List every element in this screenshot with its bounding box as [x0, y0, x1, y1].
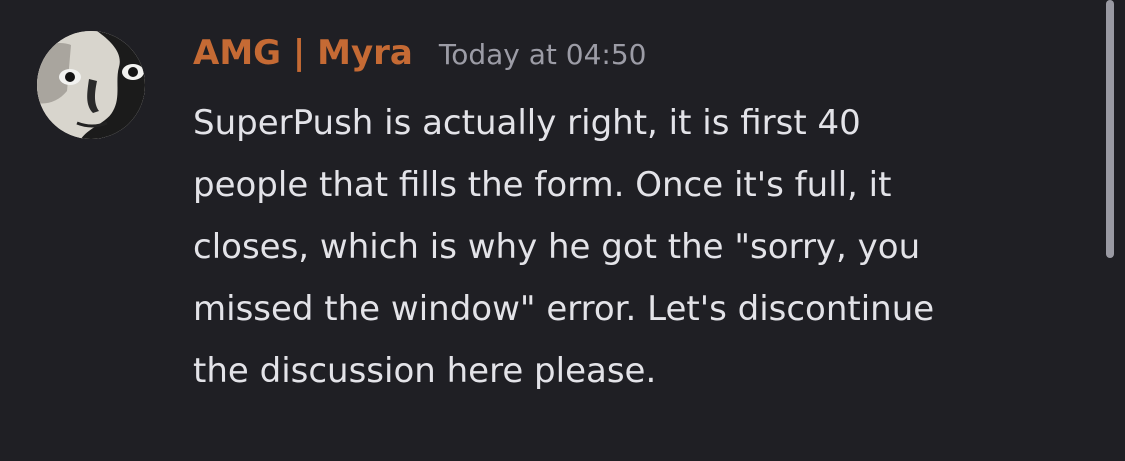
message-timestamp: Today at 04:50 [438, 38, 647, 71]
message-line: SuperPush is actually right, it is first… [193, 103, 861, 143]
message-line: people that fills the form. Once it's fu… [193, 165, 892, 205]
avatar[interactable] [37, 31, 145, 139]
author-name[interactable]: AMG | Myra [193, 33, 413, 73]
message-content: SuperPush is actually right, it is first… [193, 92, 1093, 402]
chat-message: AMG | Myra Today at 04:50 SuperPush is a… [0, 0, 1125, 461]
scrollbar[interactable] [1106, 0, 1114, 258]
message-line: the discussion here please. [193, 351, 657, 391]
message-line: closes, which is why he got the "sorry, … [193, 227, 921, 267]
message-header: AMG | Myra Today at 04:50 [193, 33, 646, 77]
message-line: missed the window" error. Let's disconti… [193, 289, 935, 329]
avatar-portrait-image [37, 31, 145, 139]
